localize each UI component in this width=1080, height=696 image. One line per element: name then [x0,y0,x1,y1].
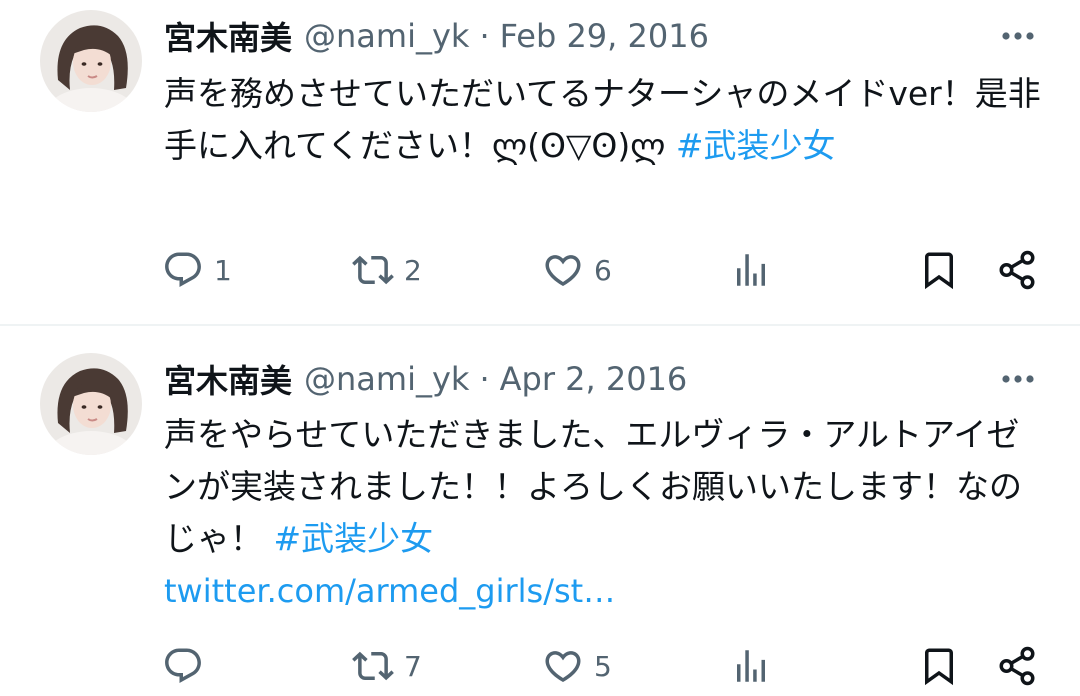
retweet-button[interactable]: 2 [352,245,422,295]
reply-icon [165,252,201,287]
more-horizontal-icon[interactable] [1000,367,1036,391]
like-count: 6 [594,253,612,287]
tweet-text-content: 声を務めさせていただいてるナターシャのメイドver！是非手に入れてください！ლ(… [164,74,1041,165]
analytics-icon [737,254,765,286]
tweet-text: 声をやらせていただきました、エルヴィラ・アルトアイゼンが実装されました！！よろし… [164,409,1044,617]
analytics-icon [737,650,765,682]
tweet-text: 声を務めさせていただいてるナターシャのメイドver！是非手に入れてください！ლ(… [164,68,1044,172]
tweet-date[interactable]: Apr 2, 2016 [500,360,688,398]
heart-icon [545,255,581,287]
retweet-icon [352,651,394,681]
views-button[interactable] [730,641,772,691]
avatar[interactable] [40,353,142,455]
divider [0,324,1080,326]
reply-count: 1 [214,253,232,287]
author-handle[interactable]: @nami_yk [304,17,469,55]
bookmark-button[interactable] [918,245,960,295]
like-button[interactable]: 5 [542,641,612,691]
tweet[interactable]: 宮木南美 @nami_yk · Feb 29, 2016 声を務めさせていただい… [0,0,1080,325]
reply-icon [165,648,201,683]
tweet[interactable]: 宮木南美 @nami_yk · Apr 2, 2016 声をやらせていただきまし… [0,327,1080,696]
reply-button[interactable] [162,641,214,691]
heart-icon [545,651,581,683]
retweet-button[interactable]: 7 [352,641,422,691]
action-bar: 1 2 6 [0,245,1080,295]
external-link[interactable]: twitter.com/armed_girls/st… [164,565,1044,617]
avatar[interactable] [40,10,142,112]
share-button[interactable] [996,641,1038,691]
like-button[interactable]: 6 [542,245,612,295]
hashtag-link[interactable]: #武装少女 [676,126,836,165]
views-button[interactable] [730,245,772,295]
retweet-count: 7 [404,649,422,683]
author-name[interactable]: 宮木南美 [164,13,292,59]
tweet-date[interactable]: Feb 29, 2016 [500,17,709,55]
hashtag-link[interactable]: #武装少女 [274,519,434,558]
author-name[interactable]: 宮木南美 [164,356,292,402]
bookmark-icon [925,648,953,686]
share-icon [999,646,1035,686]
separator: · [479,17,490,55]
separator: · [479,360,490,398]
bookmark-button[interactable] [918,641,960,691]
action-bar: 7 5 [0,641,1080,691]
reply-button[interactable]: 1 [162,245,232,295]
retweet-count: 2 [404,253,422,287]
share-icon [999,250,1035,290]
share-button[interactable] [996,245,1038,295]
like-count: 5 [594,649,612,683]
retweet-icon [352,255,394,285]
bookmark-icon [925,252,953,290]
more-horizontal-icon[interactable] [1000,24,1036,48]
author-handle[interactable]: @nami_yk [304,360,469,398]
